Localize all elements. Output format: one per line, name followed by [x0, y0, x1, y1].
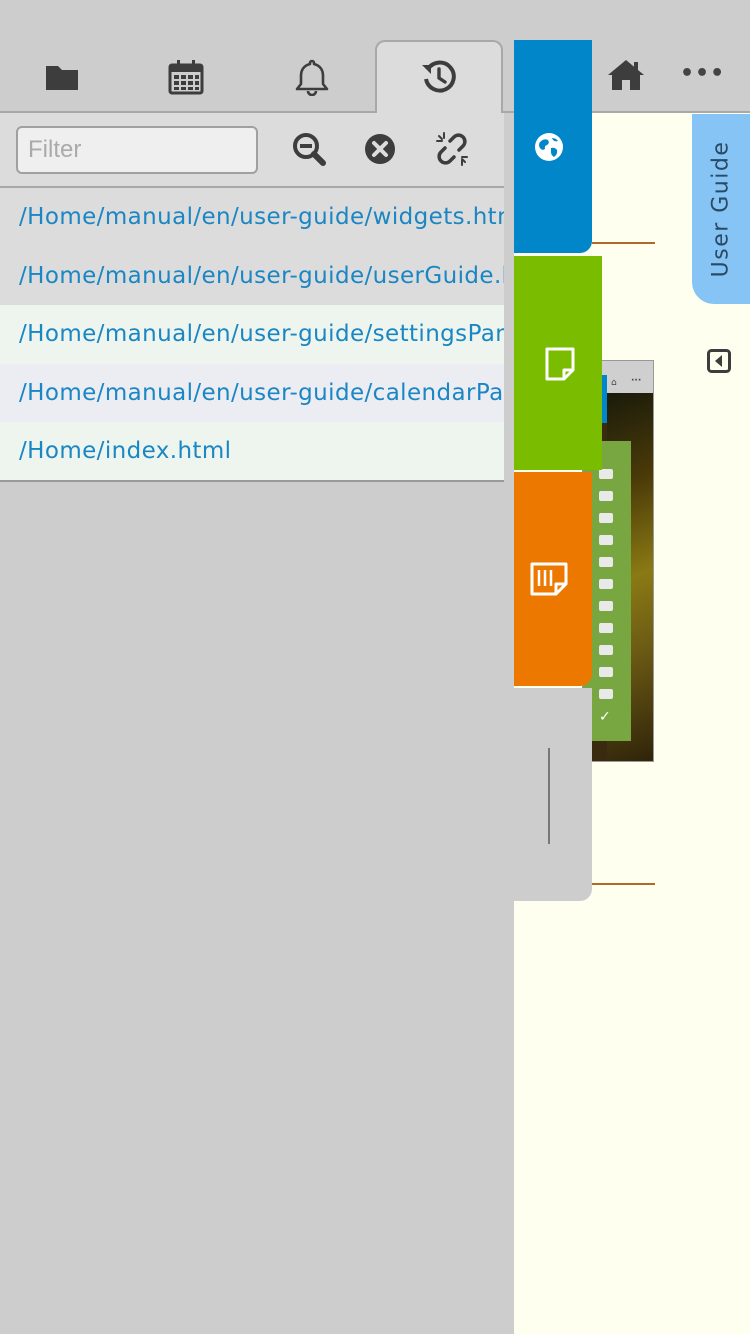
side-tab-browser[interactable]: [514, 40, 592, 253]
history-item-link[interactable]: /Home/manual/en/user-guide/userGuide.htm…: [19, 263, 504, 289]
close-circle-icon: [365, 134, 395, 164]
screenshot-home-icon: ⌂: [611, 378, 617, 388]
side-tab-sticky-notes[interactable]: [514, 472, 592, 686]
side-tab-note[interactable]: [514, 256, 602, 470]
divider-top: [592, 242, 655, 244]
history-item[interactable]: /Home/index.html: [0, 422, 504, 480]
history-list: /Home/manual/en/user-guide/widgets.html …: [0, 188, 504, 482]
screenshot-check-icon: ✓: [599, 709, 611, 725]
unlink-button[interactable]: [432, 129, 472, 169]
globe-icon: [535, 133, 563, 161]
caret-left-square-icon: [707, 349, 731, 373]
user-guide-label: User Guide: [708, 140, 734, 278]
user-guide-tab[interactable]: User Guide: [692, 114, 750, 304]
more-menu-button[interactable]: •••: [680, 56, 724, 92]
home-icon: [608, 60, 644, 90]
history-item[interactable]: /Home/manual/en/user-guide/userGuide.htm…: [0, 246, 504, 305]
side-panel-collapsed: [514, 688, 592, 901]
history-item-link[interactable]: /Home/index.html: [19, 438, 231, 464]
history-item-link[interactable]: /Home/manual/en/user-guide/calendarPanel…: [19, 380, 504, 406]
unlink-icon: [436, 132, 468, 166]
collapse-button[interactable]: [707, 349, 731, 373]
sticky-note-icon: [530, 562, 568, 596]
history-item-link[interactable]: /Home/manual/en/user-guide/settingsPanel…: [19, 321, 504, 347]
zoom-out-button[interactable]: [289, 129, 329, 169]
note-icon: [545, 347, 575, 381]
history-item[interactable]: /Home/manual/en/user-guide/widgets.html: [0, 188, 504, 247]
tab-files[interactable]: [0, 40, 124, 113]
folder-icon: [46, 65, 78, 90]
screenshot-more-icon: ···: [631, 376, 642, 386]
history-item[interactable]: /Home/manual/en/user-guide/settingsPanel…: [0, 305, 504, 364]
history-item-link[interactable]: /Home/manual/en/user-guide/widgets.html: [19, 204, 504, 230]
clear-filter-button[interactable]: [360, 129, 400, 169]
history-icon: [422, 60, 456, 93]
filter-toolbar: [0, 113, 504, 188]
zoom-out-icon: [293, 133, 326, 166]
filter-input[interactable]: [16, 126, 258, 174]
resize-handle[interactable]: [548, 748, 550, 844]
divider-bottom: [592, 883, 655, 885]
history-item[interactable]: /Home/manual/en/user-guide/calendarPanel…: [0, 363, 504, 422]
tab-calendar[interactable]: [124, 40, 248, 113]
calendar-icon: [168, 59, 204, 94]
tab-notifications[interactable]: [250, 40, 374, 113]
tab-history[interactable]: [376, 40, 502, 113]
bell-icon: [295, 59, 329, 96]
home-button[interactable]: [606, 58, 646, 94]
